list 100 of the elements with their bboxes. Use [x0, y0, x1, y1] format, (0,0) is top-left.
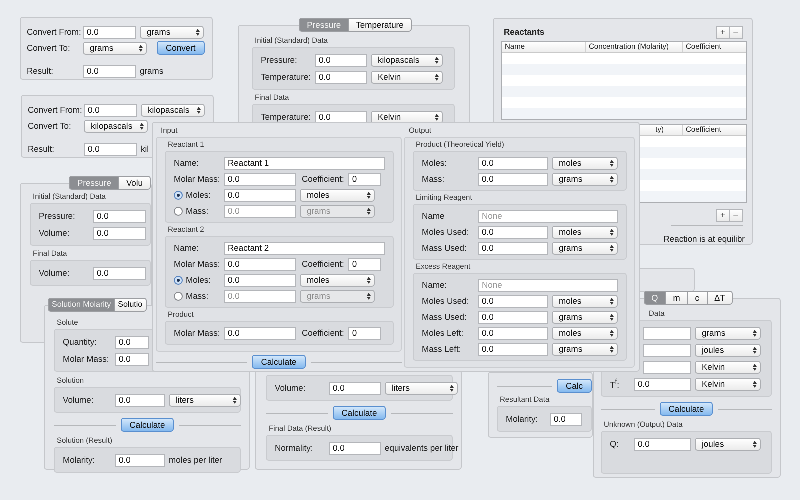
input-field[interactable]: 0.0	[634, 378, 691, 390]
dropdown[interactable]: Kelvin	[695, 378, 761, 390]
input-field[interactable]: 0.0	[84, 142, 137, 156]
input-field[interactable]: 0.0	[224, 258, 296, 270]
dropdown[interactable]: grams	[552, 310, 618, 324]
input-field[interactable]: 0.0	[224, 172, 296, 186]
input-field[interactable]: 0.0	[478, 294, 548, 308]
convert-button[interactable]: Convert	[157, 41, 205, 55]
input-field[interactable]: 0.0	[478, 310, 548, 324]
dropdown[interactable]: kilopascals	[371, 54, 443, 66]
status-text: Reaction is at equilibr	[664, 234, 745, 244]
dropdown[interactable]: moles	[300, 188, 375, 202]
dropdown[interactable]: kilopascals	[141, 104, 205, 116]
calculate-button[interactable]: Calculate	[332, 406, 386, 420]
dropdown[interactable]: moles	[552, 294, 618, 308]
radio-button[interactable]	[174, 190, 183, 200]
radio-button[interactable]	[174, 206, 183, 216]
input-field[interactable]: None	[478, 278, 618, 292]
tab[interactable]: m	[665, 291, 688, 305]
radio-button[interactable]	[174, 292, 183, 300]
input-field[interactable]: 0.0	[478, 342, 548, 356]
chevrons-icon	[610, 228, 614, 236]
add-button[interactable]: +	[716, 209, 730, 222]
dropdown[interactable]: joules	[695, 438, 761, 450]
input-field[interactable]: 0.0	[115, 352, 149, 366]
add-button[interactable]: +	[716, 26, 730, 38]
radio-button[interactable]	[174, 276, 183, 284]
dropdown[interactable]: Kelvin	[371, 110, 443, 124]
chevrons-icon	[753, 330, 757, 336]
input-field[interactable]: 0.0	[315, 54, 367, 66]
input-field[interactable]: 0.0	[315, 110, 367, 124]
dropdown[interactable]: moles	[552, 156, 618, 170]
field-label: Volume:	[39, 268, 71, 278]
dropdown[interactable]: moles	[552, 226, 618, 238]
dropdown[interactable]: grams	[695, 326, 761, 340]
dropdown[interactable]: grams	[552, 172, 618, 186]
input-field[interactable]: 0.0	[329, 442, 381, 454]
input-field[interactable]: 0.0	[115, 454, 165, 466]
field-label: Molar Mass:	[174, 328, 220, 338]
input-field[interactable]: Reactant 2	[224, 242, 385, 254]
input-field[interactable]: None	[478, 210, 618, 222]
input-field[interactable]: 0.0	[93, 266, 146, 280]
input-field[interactable]: 0.0	[84, 104, 137, 116]
chevrons-icon	[610, 176, 614, 182]
dropdown[interactable]: Kelvin	[695, 360, 761, 374]
field-label: Temperature:	[261, 112, 311, 122]
field-label: Name:	[174, 158, 200, 168]
dropdown[interactable]: liters	[385, 382, 458, 394]
chevrons-icon	[367, 292, 371, 300]
field-label: Moles Used:	[422, 296, 470, 306]
dropdown[interactable]: moles	[300, 274, 375, 286]
dropdown[interactable]: liters	[169, 394, 241, 406]
calculate-button[interactable]: Calc	[556, 379, 592, 393]
field-label: Coefficient:	[302, 174, 344, 184]
chevrons-icon	[435, 114, 439, 120]
input-field[interactable]: 0.0	[83, 26, 136, 38]
field-label: Moles:	[422, 158, 448, 168]
input-field[interactable]: 0.0	[634, 438, 691, 450]
dropdown[interactable]: grams	[83, 42, 147, 54]
tab[interactable]: c	[687, 291, 708, 305]
tab[interactable]: Solutio	[114, 298, 147, 312]
input-field[interactable]: 0	[348, 172, 382, 186]
input-field[interactable]	[643, 360, 691, 374]
input-field[interactable]: 0	[348, 326, 382, 340]
input-field[interactable]: 0.0	[83, 64, 136, 78]
calculate-button[interactable]: Calculate	[120, 418, 174, 432]
field-label: T$^{f}$:	[610, 378, 621, 390]
dropdown[interactable]: grams	[552, 242, 618, 254]
input-field[interactable]: 0.0	[115, 394, 165, 406]
input-field[interactable]: 0.0	[315, 70, 367, 84]
tab[interactable]: ΔT	[706, 291, 734, 305]
dropdown[interactable]: kilopascals	[84, 120, 148, 132]
dropdown[interactable]: grams	[552, 342, 618, 356]
input-field[interactable]: 0.0	[550, 412, 582, 426]
dropdown[interactable]: joules	[695, 344, 761, 356]
dropdown[interactable]: moles	[552, 326, 618, 340]
calculate-button[interactable]: Calculate	[660, 402, 714, 416]
input-field[interactable]: 0.0	[224, 326, 296, 340]
input-field[interactable]: 0.0	[478, 226, 548, 238]
input-field[interactable]: 0.0	[93, 226, 146, 240]
input-field[interactable]: 0.0	[224, 188, 296, 202]
field-label: Mass:	[422, 174, 446, 184]
dropdown[interactable]: Kelvin	[371, 70, 443, 84]
input-field[interactable]: 0	[348, 258, 382, 270]
input-field[interactable]: Reactant 1	[224, 156, 385, 170]
input-field[interactable]: 0.0	[478, 156, 548, 170]
input-field[interactable]: 0.0	[93, 210, 146, 222]
input-field[interactable]: 0.0	[329, 382, 381, 394]
input-field[interactable]: 0.0	[224, 274, 296, 286]
tab[interactable]: Volu	[118, 176, 151, 190]
input-field[interactable]: 0.0	[478, 172, 548, 186]
input-field[interactable]: 0.0	[478, 242, 548, 254]
radio-label: Mass:	[186, 206, 209, 216]
calculate-button[interactable]: Calculate	[252, 355, 306, 369]
input-field[interactable]	[643, 326, 691, 340]
input-field[interactable]: 0.0	[478, 326, 548, 340]
tab[interactable]: Temperature	[348, 18, 412, 32]
dropdown[interactable]: grams	[140, 26, 204, 38]
input-field[interactable]	[643, 344, 691, 356]
input-field[interactable]: 0.0	[115, 336, 149, 348]
